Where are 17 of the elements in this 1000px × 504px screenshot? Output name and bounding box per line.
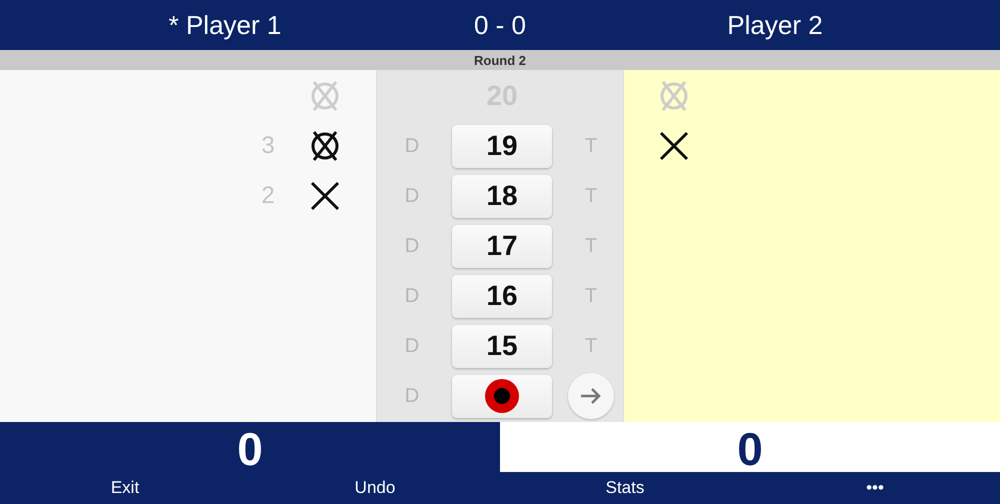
footer-button[interactable]: Stats	[600, 476, 650, 500]
number-button[interactable]: 15	[452, 324, 552, 368]
bullseye-icon	[485, 379, 519, 413]
number-button[interactable]: 18	[452, 174, 552, 218]
next-button[interactable]	[568, 373, 614, 419]
arrow-right-icon	[580, 387, 602, 405]
footer-button[interactable]: Undo	[348, 476, 402, 500]
bull-button[interactable]	[452, 374, 552, 418]
number-button[interactable]: 17	[452, 224, 552, 268]
footer-button[interactable]: Exit	[104, 476, 146, 500]
number-button[interactable]: 19	[452, 124, 552, 168]
player-name: * Player 1	[168, 10, 282, 40]
player-name: Player 2	[727, 10, 823, 40]
round-label: Round 2	[474, 52, 526, 68]
footer-button[interactable]: •••	[860, 476, 890, 500]
number-button[interactable]: 16	[452, 274, 552, 318]
match-score: 0 - 0	[474, 10, 526, 40]
